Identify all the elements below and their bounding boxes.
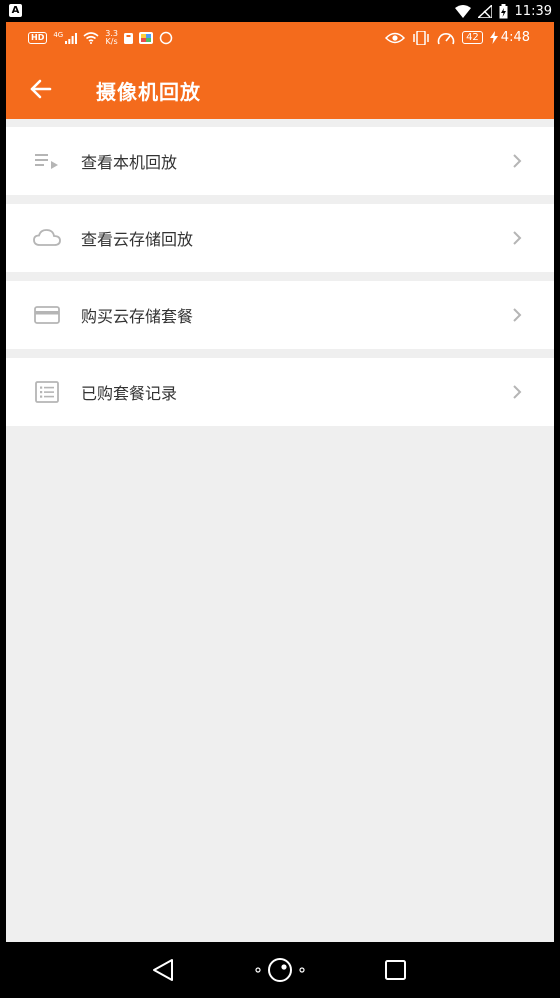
battery-level: 42 — [462, 31, 483, 44]
playback-menu: 查看本机回放 查看云存储回放 购买云存储套餐 已购套餐记录 — [6, 127, 554, 435]
sync-icon — [159, 31, 173, 45]
list-record-icon — [35, 381, 59, 403]
app-screen: HD 4G 3.3 K/s 42 4:48 摄像机回放 查看本机回放 查看云存储… — [6, 22, 554, 942]
speedometer-icon — [437, 32, 455, 44]
nav-home-icon[interactable] — [252, 956, 308, 984]
menu-item-purchase-records[interactable]: 已购套餐记录 — [6, 358, 554, 426]
wifi-icon — [83, 32, 99, 44]
nav-recents-icon[interactable] — [384, 959, 407, 981]
in-app-status-bar: HD 4G 3.3 K/s 42 4:48 — [6, 22, 554, 60]
cloud-icon — [33, 229, 61, 246]
menu-item-local-playback[interactable]: 查看本机回放 — [6, 127, 554, 195]
credit-card-icon — [34, 306, 60, 324]
menu-item-label: 查看本机回放 — [81, 153, 178, 172]
chevron-right-icon — [513, 154, 522, 168]
eye-icon — [385, 32, 406, 43]
chevron-right-icon — [513, 231, 522, 245]
system-clock: 11:39 — [514, 3, 552, 19]
hd-badge: HD — [28, 32, 48, 44]
app-header: HD 4G 3.3 K/s 42 4:48 摄像机回放 — [6, 22, 554, 119]
menu-item-label: 查看云存储回放 — [81, 230, 194, 249]
no-signal-icon — [477, 4, 492, 18]
back-arrow-icon[interactable] — [30, 79, 52, 99]
page-title: 摄像机回放 — [96, 80, 201, 104]
system-navigation-bar — [0, 942, 560, 998]
network-type: 4G — [53, 31, 64, 39]
in-app-clock: 4:48 — [500, 30, 530, 45]
notification-app-icon: A — [9, 4, 22, 17]
signal-icon — [65, 32, 78, 44]
network-speed: 3.3 K/s — [105, 29, 118, 46]
system-status-bar: A 11:39 — [0, 0, 560, 22]
menu-item-cloud-playback[interactable]: 查看云存储回放 — [6, 204, 554, 272]
menu-item-label: 已购套餐记录 — [81, 384, 178, 403]
system-status-right: 11:39 — [454, 0, 552, 22]
chevron-right-icon — [513, 385, 522, 399]
menu-item-label: 购买云存储套餐 — [81, 307, 194, 326]
menu-item-buy-cloud-plan[interactable]: 购买云存储套餐 — [6, 281, 554, 349]
notification-icon — [123, 33, 133, 44]
chevron-right-icon — [513, 308, 522, 322]
charging-bolt-icon — [489, 31, 498, 44]
battery-charging-icon — [499, 3, 508, 18]
nav-back-icon[interactable] — [151, 958, 175, 982]
app-notification-icon — [138, 32, 153, 44]
playlist-icon — [35, 154, 58, 169]
vibrate-icon — [413, 30, 429, 45]
wifi-icon — [454, 4, 471, 18]
